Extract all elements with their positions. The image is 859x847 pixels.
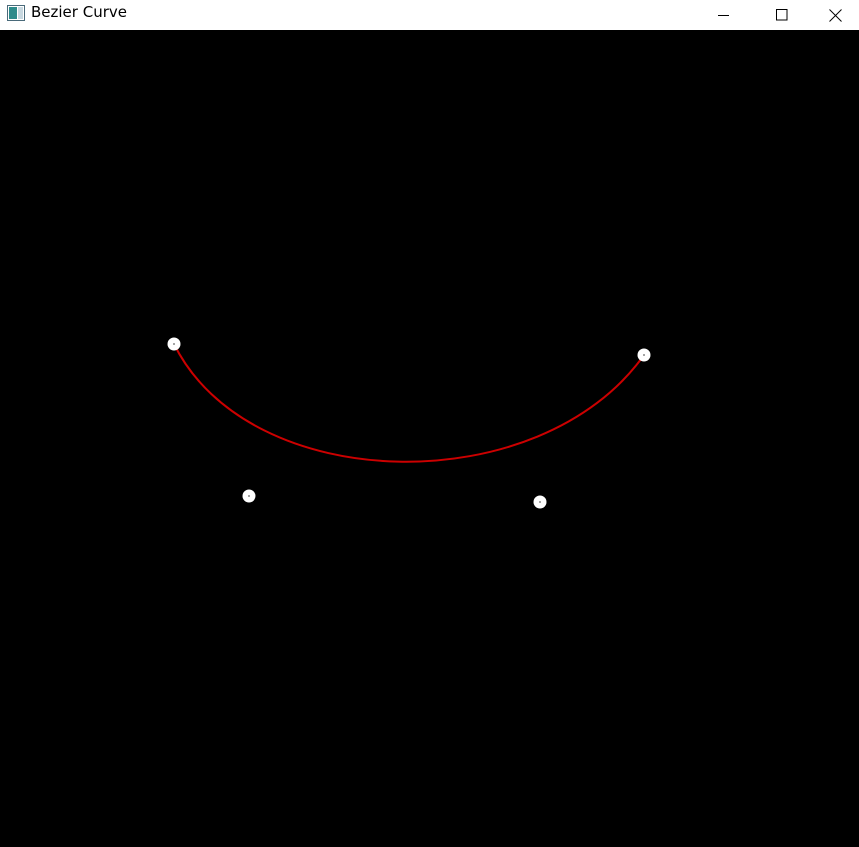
close-icon: [828, 8, 842, 22]
window-title: Bezier Curve: [31, 3, 127, 21]
bezier-canvas-svg[interactable]: [0, 30, 859, 847]
maximize-icon: [776, 9, 788, 21]
close-button[interactable]: [811, 0, 859, 30]
app-icon: [7, 5, 25, 21]
app-window: Bezier Curve: [0, 0, 859, 847]
control-point-start[interactable]: [167, 337, 181, 351]
title-bar[interactable]: Bezier Curve: [0, 0, 859, 30]
control-point-1[interactable]: [242, 489, 256, 503]
control-point-end[interactable]: [637, 348, 651, 362]
maximize-button[interactable]: [753, 0, 811, 30]
drawing-canvas[interactable]: [0, 30, 859, 847]
minimize-button[interactable]: [695, 0, 753, 30]
control-point-2[interactable]: [533, 495, 547, 509]
minimize-icon: [718, 9, 730, 21]
bezier-curve: [173, 343, 645, 463]
